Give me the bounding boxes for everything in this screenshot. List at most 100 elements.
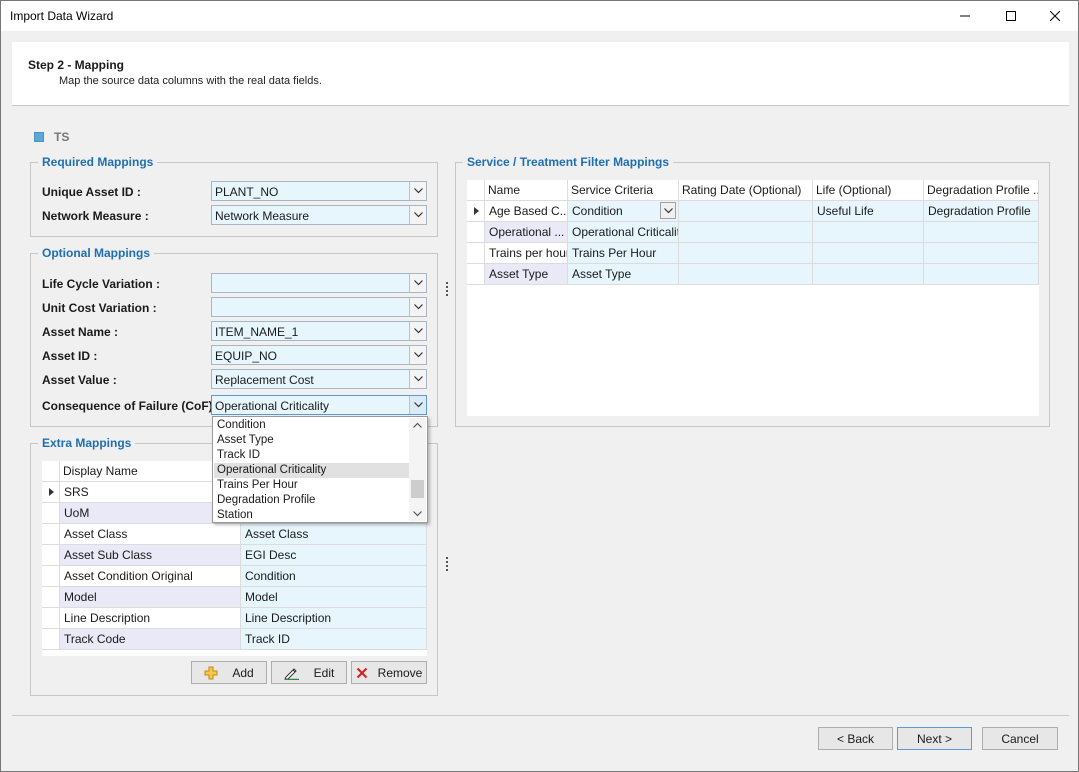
table-cell[interactable] — [924, 222, 1039, 243]
dropdown-option[interactable]: Condition — [214, 418, 410, 433]
table-cell[interactable] — [813, 243, 924, 264]
table-row[interactable]: Track Code — [60, 629, 241, 650]
chevron-down-icon[interactable] — [660, 202, 676, 219]
minimize-button[interactable] — [942, 1, 988, 31]
column-header-life[interactable]: Life (Optional) — [813, 180, 924, 201]
column-header-degradation-profile[interactable]: Degradation Profile ... — [924, 180, 1039, 201]
table-cell[interactable] — [679, 222, 813, 243]
row-indicator[interactable] — [42, 482, 60, 503]
table-cell[interactable]: Useful Life — [813, 201, 924, 222]
life-cycle-variation-label: Life Cycle Variation : — [42, 277, 161, 291]
unique-asset-id-combo[interactable]: PLANT_NO — [211, 181, 427, 201]
step-subtitle: Map the source data columns with the rea… — [59, 75, 322, 87]
asset-name-value: ITEM_NAME_1 — [215, 325, 299, 339]
table-cell[interactable]: Asset Type — [568, 264, 679, 285]
table-row[interactable]: Line Description — [60, 608, 241, 629]
ts-square-icon — [34, 132, 44, 142]
chevron-down-icon[interactable] — [409, 370, 426, 388]
table-cell[interactable]: Operational ... — [485, 222, 568, 243]
service-criteria-combo[interactable]: Condition — [568, 201, 679, 222]
chevron-down-icon[interactable] — [409, 322, 426, 340]
table-cell[interactable]: Track ID — [241, 629, 427, 650]
next-button-label: Next > — [916, 731, 952, 746]
service-filter-grid[interactable]: Name Service Criteria Rating Date (Optio… — [467, 180, 1039, 416]
unit-cost-variation-combo[interactable] — [211, 297, 427, 317]
cof-dropdown-list[interactable]: Condition Asset Type Track ID Operationa… — [212, 416, 428, 523]
dropdown-scrollbar[interactable] — [409, 418, 426, 521]
table-cell[interactable]: Degradation Profile — [924, 201, 1039, 222]
table-row[interactable]: Asset Condition Original — [60, 566, 241, 587]
table-cell[interactable]: Model — [241, 587, 427, 608]
add-button[interactable]: Add — [191, 661, 267, 684]
chevron-down-icon[interactable] — [409, 346, 426, 364]
scroll-down-icon[interactable] — [409, 507, 426, 521]
row-indicator[interactable] — [42, 503, 60, 524]
dropdown-option[interactable]: Station — [214, 508, 410, 523]
asset-value-combo[interactable]: Replacement Cost — [211, 369, 427, 389]
row-indicator[interactable] — [42, 524, 60, 545]
chevron-down-icon[interactable] — [409, 206, 426, 224]
table-row[interactable]: Asset Class — [60, 524, 241, 545]
table-cell[interactable]: Asset Class — [241, 524, 427, 545]
dropdown-option-selected[interactable]: Operational Criticality — [214, 463, 410, 478]
row-indicator[interactable] — [467, 264, 485, 285]
row-indicator[interactable] — [42, 587, 60, 608]
splitter-grip-icon[interactable] — [445, 282, 449, 298]
table-cell[interactable]: Trains per hour — [485, 243, 568, 264]
table-cell[interactable]: Condition — [241, 566, 427, 587]
table-cell[interactable]: Age Based C... — [485, 201, 568, 222]
table-cell[interactable] — [813, 264, 924, 285]
table-cell[interactable]: Line Description — [241, 608, 427, 629]
chevron-down-icon[interactable] — [409, 182, 426, 200]
row-indicator[interactable] — [42, 566, 60, 587]
column-header-rating-date[interactable]: Rating Date (Optional) — [679, 180, 813, 201]
row-pointer-icon — [474, 207, 479, 215]
table-cell[interactable] — [813, 222, 924, 243]
scrollbar-thumb[interactable] — [411, 480, 424, 498]
table-cell[interactable] — [924, 264, 1039, 285]
table-cell[interactable]: Trains Per Hour — [568, 243, 679, 264]
remove-button[interactable]: Remove — [351, 661, 427, 684]
table-cell[interactable] — [924, 243, 1039, 264]
optional-mappings-title: Optional Mappings — [38, 246, 154, 260]
dropdown-option[interactable]: Degradation Profile — [214, 493, 410, 508]
back-button[interactable]: < Back — [818, 727, 893, 750]
next-button[interactable]: Next > — [897, 727, 972, 750]
row-indicator[interactable] — [467, 222, 485, 243]
table-cell[interactable]: Asset Type — [485, 264, 568, 285]
table-cell[interactable] — [679, 201, 813, 222]
table-cell[interactable] — [679, 264, 813, 285]
table-row[interactable]: Asset Sub Class — [60, 545, 241, 566]
cancel-button[interactable]: Cancel — [982, 727, 1058, 750]
scroll-up-icon[interactable] — [409, 418, 426, 432]
row-indicator[interactable] — [467, 243, 485, 264]
chevron-down-icon[interactable] — [409, 298, 426, 316]
column-header-service-criteria[interactable]: Service Criteria — [568, 180, 679, 201]
asset-id-combo[interactable]: EQUIP_NO — [211, 345, 427, 365]
cof-combo[interactable]: Operational Criticality — [211, 395, 427, 415]
row-indicator[interactable] — [467, 201, 485, 222]
life-cycle-variation-combo[interactable] — [211, 273, 427, 293]
column-header-name[interactable]: Name — [485, 180, 568, 201]
splitter-grip-icon[interactable] — [445, 557, 449, 573]
required-mappings-title: Required Mappings — [38, 155, 158, 169]
asset-name-combo[interactable]: ITEM_NAME_1 — [211, 321, 427, 341]
table-row[interactable]: Model — [60, 587, 241, 608]
service-filter-title: Service / Treatment Filter Mappings — [463, 155, 674, 169]
table-cell[interactable] — [679, 243, 813, 264]
close-button[interactable] — [1032, 1, 1078, 31]
chevron-down-icon[interactable] — [409, 274, 426, 292]
row-indicator[interactable] — [42, 608, 60, 629]
row-indicator[interactable] — [42, 545, 60, 566]
network-measure-combo[interactable]: Network Measure — [211, 205, 427, 225]
edit-button[interactable]: Edit — [271, 661, 347, 684]
dropdown-option[interactable]: Trains Per Hour — [214, 478, 410, 493]
dropdown-option[interactable]: Track ID — [214, 448, 410, 463]
chevron-down-icon[interactable] — [409, 396, 426, 414]
cancel-button-label: Cancel — [1001, 731, 1039, 746]
maximize-button[interactable] — [988, 1, 1034, 31]
table-cell[interactable]: Operational Criticality — [568, 222, 679, 243]
dropdown-option[interactable]: Asset Type — [214, 433, 410, 448]
table-cell[interactable]: EGI Desc — [241, 545, 427, 566]
row-indicator[interactable] — [42, 629, 60, 650]
